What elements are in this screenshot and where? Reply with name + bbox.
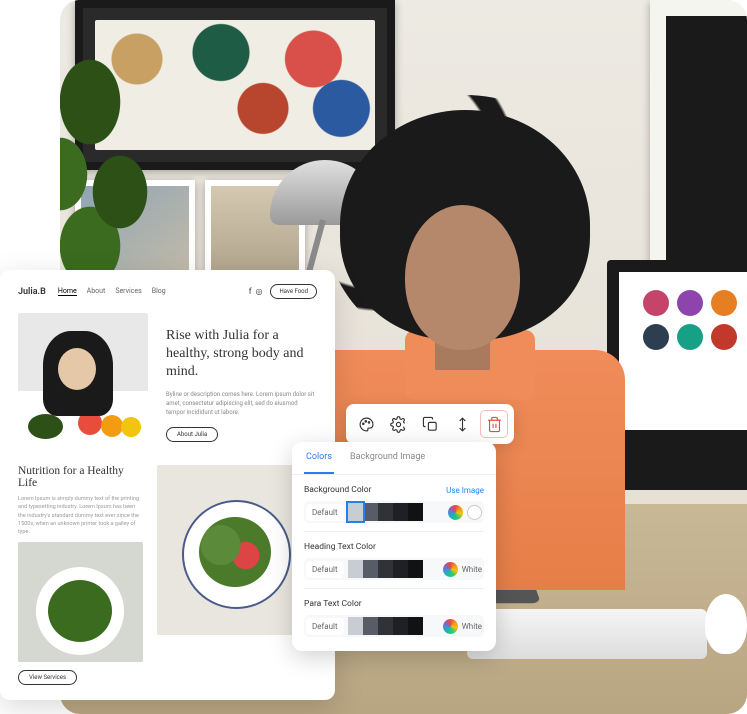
website-preview: Julia.B Home About Services Blog f ◎ Hav… — [0, 270, 335, 700]
nav-services[interactable]: Services — [115, 287, 141, 296]
swatches — [348, 503, 442, 521]
site-nav: Home About Services Blog — [58, 287, 166, 296]
hero-image — [18, 313, 148, 443]
hero-title: Rise with Julia for a healthy, strong bo… — [166, 327, 317, 382]
panel-tabs: Colors Background Image — [292, 442, 496, 475]
nav-home[interactable]: Home — [58, 287, 77, 296]
color-swatch[interactable] — [378, 617, 393, 635]
tab-background-image[interactable]: Background Image — [348, 442, 427, 474]
nav-about[interactable]: About — [87, 287, 106, 296]
color-swatch[interactable] — [408, 560, 423, 578]
color-swatch[interactable] — [393, 560, 408, 578]
food-image — [157, 465, 307, 635]
default-color-button[interactable]: Default — [306, 504, 344, 521]
section-label: Heading Text Color — [304, 542, 376, 552]
color-value: White — [462, 622, 482, 631]
site-header: Julia.B Home About Services Blog f ◎ Hav… — [18, 284, 317, 299]
hero-subtitle: Byline or description comes here. Lorem … — [166, 390, 317, 417]
palette-button[interactable] — [352, 410, 380, 438]
background-color-section: Background Color Use Image Default — [292, 475, 496, 525]
site-brand[interactable]: Julia.B — [18, 287, 46, 297]
keyboard — [467, 609, 707, 659]
color-swatch[interactable] — [393, 617, 408, 635]
color-row: Default — [304, 501, 484, 523]
color-swatch[interactable] — [408, 617, 423, 635]
facebook-icon[interactable]: f — [249, 287, 252, 296]
nav-blog[interactable]: Blog — [152, 287, 166, 296]
duplicate-button[interactable] — [416, 410, 444, 438]
white-swatch[interactable] — [467, 505, 482, 520]
color-swatch[interactable] — [348, 503, 363, 521]
color-swatch[interactable] — [393, 503, 408, 521]
para-color-section: Para Text Color Default White — [292, 589, 496, 639]
copy-icon — [422, 416, 439, 433]
art-frame — [650, 0, 747, 280]
section-label: Background Color — [304, 485, 371, 495]
section-label: Para Text Color — [304, 599, 362, 609]
use-image-link[interactable]: Use Image — [446, 486, 484, 495]
header-cta-button[interactable]: Have Food — [270, 284, 317, 299]
section-title: Nutrition for a Healthy Life — [18, 465, 143, 489]
nutrition-section: Nutrition for a Healthy Life Lorem Ipsum… — [18, 465, 317, 685]
swatches — [348, 560, 437, 578]
food-image — [18, 542, 143, 662]
section-subtitle: Lorem Ipsum is simply dummy text of the … — [18, 495, 143, 536]
color-row: Default White — [304, 615, 484, 637]
monitor-screen — [643, 290, 737, 350]
trash-icon — [486, 416, 503, 433]
color-wheel-icon[interactable] — [443, 619, 458, 634]
color-swatch[interactable] — [363, 617, 378, 635]
palette-icon — [358, 416, 375, 433]
hero-button[interactable]: About Julia — [166, 427, 218, 442]
color-swatch[interactable] — [378, 560, 393, 578]
color-swatch[interactable] — [363, 560, 378, 578]
swatches — [348, 617, 437, 635]
social-links: f ◎ — [249, 287, 263, 296]
color-swatch[interactable] — [363, 503, 378, 521]
color-swatch[interactable] — [408, 503, 423, 521]
block-toolbar — [346, 404, 514, 444]
default-color-button[interactable]: Default — [306, 618, 344, 635]
color-wheel-icon[interactable] — [448, 505, 463, 520]
view-services-button[interactable]: View Services — [18, 670, 77, 685]
default-color-button[interactable]: Default — [306, 561, 344, 578]
hero-section: Rise with Julia for a healthy, strong bo… — [18, 313, 317, 443]
move-button[interactable] — [448, 410, 476, 438]
color-value: White — [462, 565, 482, 574]
color-swatch[interactable] — [348, 617, 363, 635]
tab-colors[interactable]: Colors — [304, 442, 334, 474]
move-icon — [454, 416, 471, 433]
color-wheel-icon[interactable] — [443, 562, 458, 577]
gear-icon — [390, 416, 407, 433]
delete-button[interactable] — [480, 410, 508, 438]
color-swatch[interactable] — [378, 503, 393, 521]
instagram-icon[interactable]: ◎ — [255, 287, 262, 296]
heading-color-section: Heading Text Color Default White — [292, 532, 496, 582]
style-panel: Colors Background Image Background Color… — [292, 442, 496, 651]
color-row: Default White — [304, 558, 484, 580]
settings-button[interactable] — [384, 410, 412, 438]
color-swatch[interactable] — [348, 560, 363, 578]
mouse — [705, 594, 747, 654]
